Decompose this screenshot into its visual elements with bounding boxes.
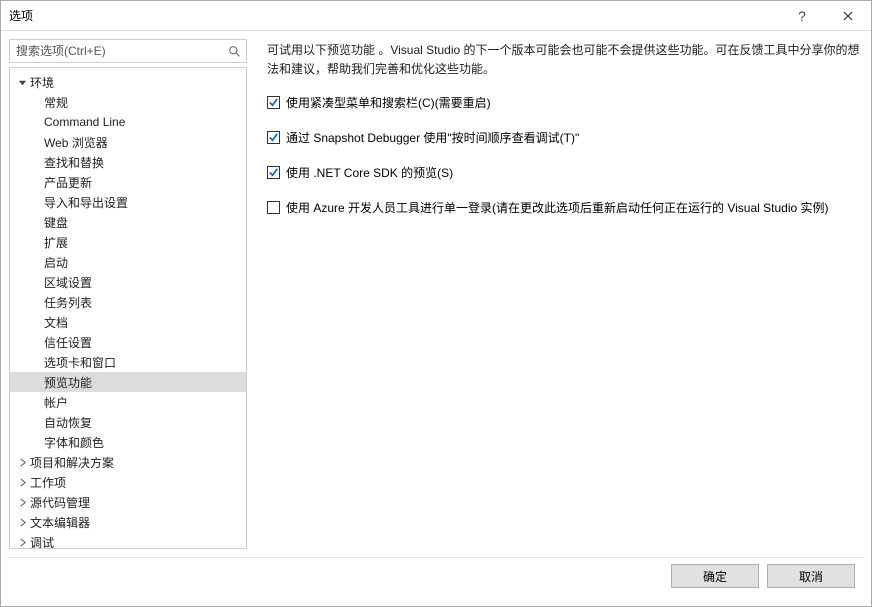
checkbox-label: 使用紧凑型菜单和搜索栏(C)(需要重启) bbox=[286, 95, 491, 112]
tree-item[interactable]: 字体和颜色 bbox=[10, 432, 246, 452]
description-text: 可试用以下预览功能 。Visual Studio 的下一个版本可能会也可能不会提… bbox=[267, 41, 863, 79]
title-bar: 选项 ? bbox=[1, 1, 871, 31]
tree-item[interactable]: 任务列表 bbox=[10, 292, 246, 312]
tree-item[interactable]: 常规 bbox=[10, 92, 246, 112]
tree-label: 调试 bbox=[30, 534, 54, 550]
tree-item[interactable]: 自动恢复 bbox=[10, 412, 246, 432]
tree-node-debug[interactable]: 调试 bbox=[10, 532, 246, 549]
tree-item[interactable]: 选项卡和窗口 bbox=[10, 352, 246, 372]
ok-button[interactable]: 确定 bbox=[671, 564, 759, 588]
checkbox-row[interactable]: 使用 .NET Core SDK 的预览(S) bbox=[267, 165, 863, 182]
options-tree[interactable]: 环境 常规 Command Line Web 浏览器 查找和替换 产品更新 导入… bbox=[9, 67, 247, 549]
dialog-body: 环境 常规 Command Line Web 浏览器 查找和替换 产品更新 导入… bbox=[1, 31, 871, 606]
tree-item[interactable]: 启动 bbox=[10, 252, 246, 272]
chevron-right-icon bbox=[16, 476, 28, 488]
tree-label: 源代码管理 bbox=[30, 494, 90, 511]
tree-node-environment[interactable]: 环境 bbox=[10, 72, 246, 92]
tree-node-texteditor[interactable]: 文本编辑器 bbox=[10, 512, 246, 532]
checkbox[interactable] bbox=[267, 166, 280, 179]
tree-node-projects[interactable]: 项目和解决方案 bbox=[10, 452, 246, 472]
tree-item[interactable]: 键盘 bbox=[10, 212, 246, 232]
main-area: 环境 常规 Command Line Web 浏览器 查找和替换 产品更新 导入… bbox=[9, 39, 863, 549]
checkbox-label: 使用 .NET Core SDK 的预览(S) bbox=[286, 165, 453, 182]
tree-item[interactable]: Web 浏览器 bbox=[10, 132, 246, 152]
chevron-right-icon bbox=[16, 496, 28, 508]
tree-label: 环境 bbox=[30, 74, 54, 91]
tree-item[interactable]: 文档 bbox=[10, 312, 246, 332]
search-input[interactable] bbox=[10, 40, 246, 62]
help-button[interactable]: ? bbox=[779, 1, 825, 31]
checkbox[interactable] bbox=[267, 131, 280, 144]
tree-item[interactable]: 扩展 bbox=[10, 232, 246, 252]
tree-node-sourcecontrol[interactable]: 源代码管理 bbox=[10, 492, 246, 512]
tree-item[interactable]: 查找和替换 bbox=[10, 152, 246, 172]
chevron-right-icon bbox=[16, 456, 28, 468]
tree-label: 文本编辑器 bbox=[30, 514, 90, 531]
tree-item[interactable]: 导入和导出设置 bbox=[10, 192, 246, 212]
tree-label: 项目和解决方案 bbox=[30, 454, 114, 471]
cancel-button[interactable]: 取消 bbox=[767, 564, 855, 588]
checkbox-label: 通过 Snapshot Debugger 使用"按时间顺序查看调试(T)" bbox=[286, 130, 579, 147]
options-dialog: 选项 ? 环境 bbox=[0, 0, 872, 607]
tree-node-workitems[interactable]: 工作项 bbox=[10, 472, 246, 492]
close-button[interactable] bbox=[825, 1, 871, 31]
checkbox-row[interactable]: 使用紧凑型菜单和搜索栏(C)(需要重启) bbox=[267, 95, 863, 112]
checkbox[interactable] bbox=[267, 96, 280, 109]
search-box[interactable] bbox=[9, 39, 247, 63]
tree-item[interactable]: 产品更新 bbox=[10, 172, 246, 192]
left-panel: 环境 常规 Command Line Web 浏览器 查找和替换 产品更新 导入… bbox=[9, 39, 247, 549]
search-icon bbox=[226, 43, 242, 59]
window-title: 选项 bbox=[9, 7, 779, 24]
tree-item[interactable]: 信任设置 bbox=[10, 332, 246, 352]
tree-item-selected[interactable]: 预览功能 bbox=[10, 372, 246, 392]
close-icon bbox=[843, 11, 853, 21]
chevron-right-icon bbox=[16, 536, 28, 548]
tree-item[interactable]: 帐户 bbox=[10, 392, 246, 412]
checkbox-row[interactable]: 通过 Snapshot Debugger 使用"按时间顺序查看调试(T)" bbox=[267, 130, 863, 147]
chevron-right-icon bbox=[16, 516, 28, 528]
tree-label: 工作项 bbox=[30, 474, 66, 491]
right-panel: 可试用以下预览功能 。Visual Studio 的下一个版本可能会也可能不会提… bbox=[267, 39, 863, 549]
dialog-footer: 确定 取消 bbox=[9, 557, 863, 598]
tree-item[interactable]: Command Line bbox=[10, 112, 246, 132]
checkbox-label: 使用 Azure 开发人员工具进行单一登录(请在更改此选项后重新启动任何正在运行… bbox=[286, 200, 829, 217]
checkbox[interactable] bbox=[267, 201, 280, 214]
checkbox-row[interactable]: 使用 Azure 开发人员工具进行单一登录(请在更改此选项后重新启动任何正在运行… bbox=[267, 200, 863, 217]
tree-item[interactable]: 区域设置 bbox=[10, 272, 246, 292]
chevron-down-icon bbox=[16, 76, 28, 88]
